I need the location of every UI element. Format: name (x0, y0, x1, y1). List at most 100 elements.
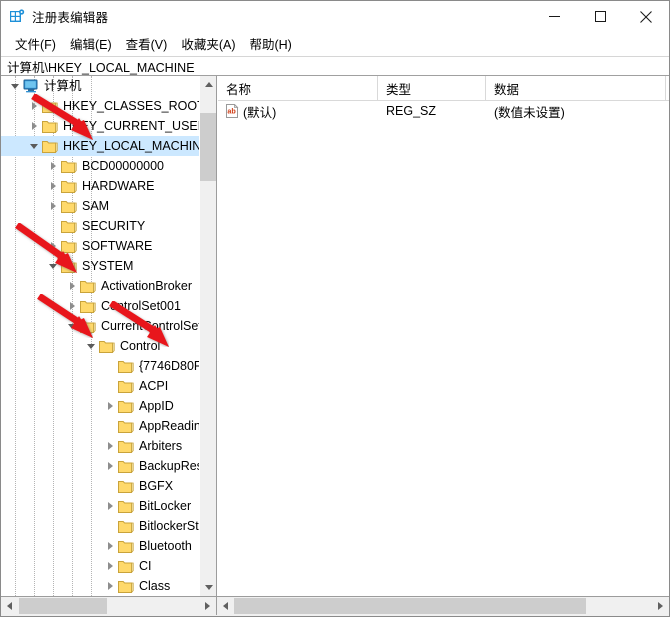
tree-item-[interactable]: 计算机 (1, 76, 200, 96)
folder-icon (118, 419, 134, 433)
tree-item-label: 计算机 (44, 76, 82, 96)
tree-item-class[interactable]: Class (1, 576, 200, 596)
tree-item-security[interactable]: SECURITY (1, 216, 200, 236)
tree-item-hkey_classes_root[interactable]: HKEY_CLASSES_ROOT (1, 96, 200, 116)
tree-item-label: Control (120, 336, 160, 356)
tree-item-label: SAM (82, 196, 109, 216)
tree-item-hkey_current_user[interactable]: HKEY_CURRENT_USER (1, 116, 200, 136)
chevron-right-icon[interactable] (102, 396, 118, 416)
tree-item-7746d80f97[interactable]: {7746D80F-97 (1, 356, 200, 376)
tree-item-activationbroker[interactable]: ActivationBroker (1, 276, 200, 296)
tree-item-bitlocker[interactable]: BitLocker (1, 496, 200, 516)
chevron-right-icon[interactable] (45, 196, 61, 216)
folder-icon (118, 519, 134, 533)
tree-item-control[interactable]: Control (1, 336, 200, 356)
registry-editor-icon (9, 9, 25, 25)
tree-item-hardware[interactable]: HARDWARE (1, 176, 200, 196)
close-button[interactable] (623, 1, 669, 32)
tree-scroll-up-button[interactable] (200, 76, 217, 93)
string-value-icon: ab (225, 104, 239, 118)
tree-item-acpi[interactable]: ACPI (1, 376, 200, 396)
folder-icon (61, 179, 77, 193)
column-type[interactable]: 类型 (378, 76, 486, 100)
menu-help[interactable]: 帮助(H) (242, 32, 298, 56)
tree-scroll-left-button[interactable] (1, 598, 18, 615)
menu-view[interactable]: 查看(V) (119, 32, 175, 56)
tree-item-appid[interactable]: AppID (1, 396, 200, 416)
chevron-right-icon[interactable] (64, 296, 80, 316)
tree-item-label: Bluetooth (139, 536, 192, 556)
tree-item-label: BitLocker (139, 496, 191, 516)
chevron-down-icon[interactable] (83, 336, 99, 356)
tree-item-backupresto[interactable]: BackupResto (1, 456, 200, 476)
tree-item-hkey_local_machine[interactable]: HKEY_LOCAL_MACHINE (1, 136, 200, 156)
tree-item-bgfx[interactable]: BGFX (1, 476, 200, 496)
tree-item-sam[interactable]: SAM (1, 196, 200, 216)
value-list-rows[interactable]: ab(默认)REG_SZ(数值未设置) (218, 101, 669, 121)
chevron-right-icon[interactable] (26, 116, 42, 136)
column-data[interactable]: 数据 (486, 76, 666, 100)
chevron-down-icon[interactable] (45, 256, 61, 276)
tree-item-label: SOFTWARE (82, 236, 152, 256)
chevron-down-icon[interactable] (7, 76, 23, 96)
tree-item-label: ControlSet001 (101, 296, 181, 316)
chevron-right-icon[interactable] (102, 556, 118, 576)
minimize-button[interactable] (531, 1, 577, 32)
tree-vertical-scroll-thumb[interactable] (200, 113, 217, 181)
tree-item-label: Arbiters (139, 436, 182, 456)
list-horizontal-scrollbar[interactable] (217, 597, 669, 615)
tree-item-arbiters[interactable]: Arbiters (1, 436, 200, 456)
chevron-right-icon[interactable] (102, 436, 118, 456)
column-name[interactable]: 名称 (218, 76, 378, 100)
chevron-right-icon[interactable] (45, 176, 61, 196)
tree-item-bluetooth[interactable]: Bluetooth (1, 536, 200, 556)
list-horizontal-scroll-thumb[interactable] (234, 598, 586, 614)
list-scroll-left-button[interactable] (217, 598, 234, 615)
tree-leaf-spacer (102, 376, 118, 396)
folder-icon (118, 559, 134, 573)
chevron-right-icon[interactable] (102, 456, 118, 476)
maximize-button[interactable] (577, 1, 623, 32)
address-bar[interactable]: 计算机\HKEY_LOCAL_MACHINE (1, 56, 669, 76)
chevron-right-icon[interactable] (45, 236, 61, 256)
folder-icon (80, 319, 96, 333)
menu-edit[interactable]: 编辑(E) (63, 32, 119, 56)
tree-item-currentcontrolset[interactable]: CurrentControlSet (1, 316, 200, 336)
tree-item-label: BGFX (139, 476, 173, 496)
registry-tree[interactable]: 计算机HKEY_CLASSES_ROOTHKEY_CURRENT_USERHKE… (1, 76, 200, 596)
tree-leaf-spacer (102, 476, 118, 496)
folder-icon (61, 159, 77, 173)
menu-file[interactable]: 文件(F) (8, 32, 63, 56)
chevron-down-icon[interactable] (26, 136, 42, 156)
chevron-right-icon[interactable] (64, 276, 80, 296)
chevron-right-icon[interactable] (26, 96, 42, 116)
address-path: 计算机\HKEY_LOCAL_MACHINE (7, 57, 195, 76)
tree-vertical-scrollbar[interactable] (199, 76, 216, 596)
tree-item-label: HKEY_CURRENT_USER (63, 116, 200, 136)
tree-leaf-spacer (102, 516, 118, 536)
tree-horizontal-scrollbar[interactable] (1, 597, 217, 615)
chevron-down-icon[interactable] (64, 316, 80, 336)
tree-item-appreadines[interactable]: AppReadines (1, 416, 200, 436)
tree-item-ci[interactable]: CI (1, 556, 200, 576)
chevron-right-icon[interactable] (102, 496, 118, 516)
tree-scroll-right-button[interactable] (199, 598, 216, 615)
bottom-scroll-strip (1, 596, 669, 616)
tree-item-bitlockerstatu[interactable]: BitlockerStatu (1, 516, 200, 536)
tree-item-label: ActivationBroker (101, 276, 192, 296)
value-name-text: (默认) (243, 102, 276, 121)
menu-favorites[interactable]: 收藏夹(A) (174, 32, 242, 56)
tree-item-system[interactable]: SYSTEM (1, 256, 200, 276)
tree-item-label: ACPI (139, 376, 168, 396)
tree-item-bcd00000000[interactable]: BCD00000000 (1, 156, 200, 176)
tree-item-software[interactable]: SOFTWARE (1, 236, 200, 256)
value-list-header: 名称类型数据 (218, 76, 669, 101)
chevron-right-icon[interactable] (45, 156, 61, 176)
value-row[interactable]: ab(默认)REG_SZ(数值未设置) (218, 101, 669, 121)
chevron-right-icon[interactable] (102, 536, 118, 556)
tree-horizontal-scroll-thumb[interactable] (19, 598, 107, 614)
tree-item-controlset001[interactable]: ControlSet001 (1, 296, 200, 316)
chevron-right-icon[interactable] (102, 576, 118, 596)
list-scroll-right-button[interactable] (652, 598, 669, 615)
tree-scroll-down-button[interactable] (200, 579, 217, 596)
